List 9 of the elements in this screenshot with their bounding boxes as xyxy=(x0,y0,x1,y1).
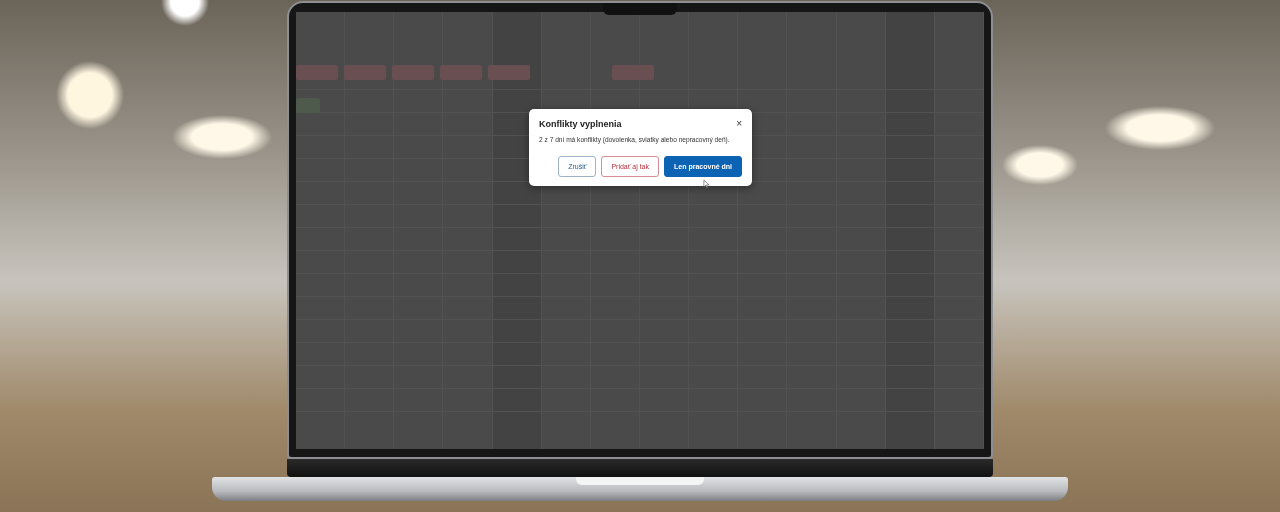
calendar-event-block xyxy=(296,65,338,80)
calendar-event-block xyxy=(612,65,654,80)
calendar-event-block xyxy=(344,65,386,80)
calendar-event-block xyxy=(440,65,482,80)
calendar-event-block xyxy=(296,98,320,113)
calendar-event-block xyxy=(392,65,434,80)
calendar-event-block xyxy=(488,65,530,80)
dialog-title: Konflikty vyplnenia xyxy=(539,119,622,129)
close-button[interactable]: × xyxy=(736,119,742,129)
